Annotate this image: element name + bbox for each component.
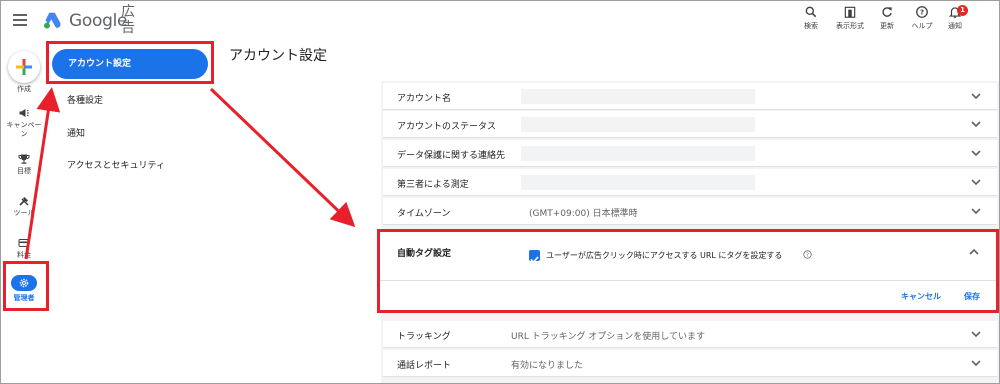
annotation-arrows bbox=[24, 87, 356, 260]
arrow-account-settings-to-auto-tagging bbox=[209, 87, 356, 228]
arrow-admin-to-account-settings bbox=[24, 87, 61, 260]
app-window: Google 広告 検索 表示形式 更新 ? ヘルプ 1 通知 作成 キャンペー… bbox=[0, 0, 1000, 384]
